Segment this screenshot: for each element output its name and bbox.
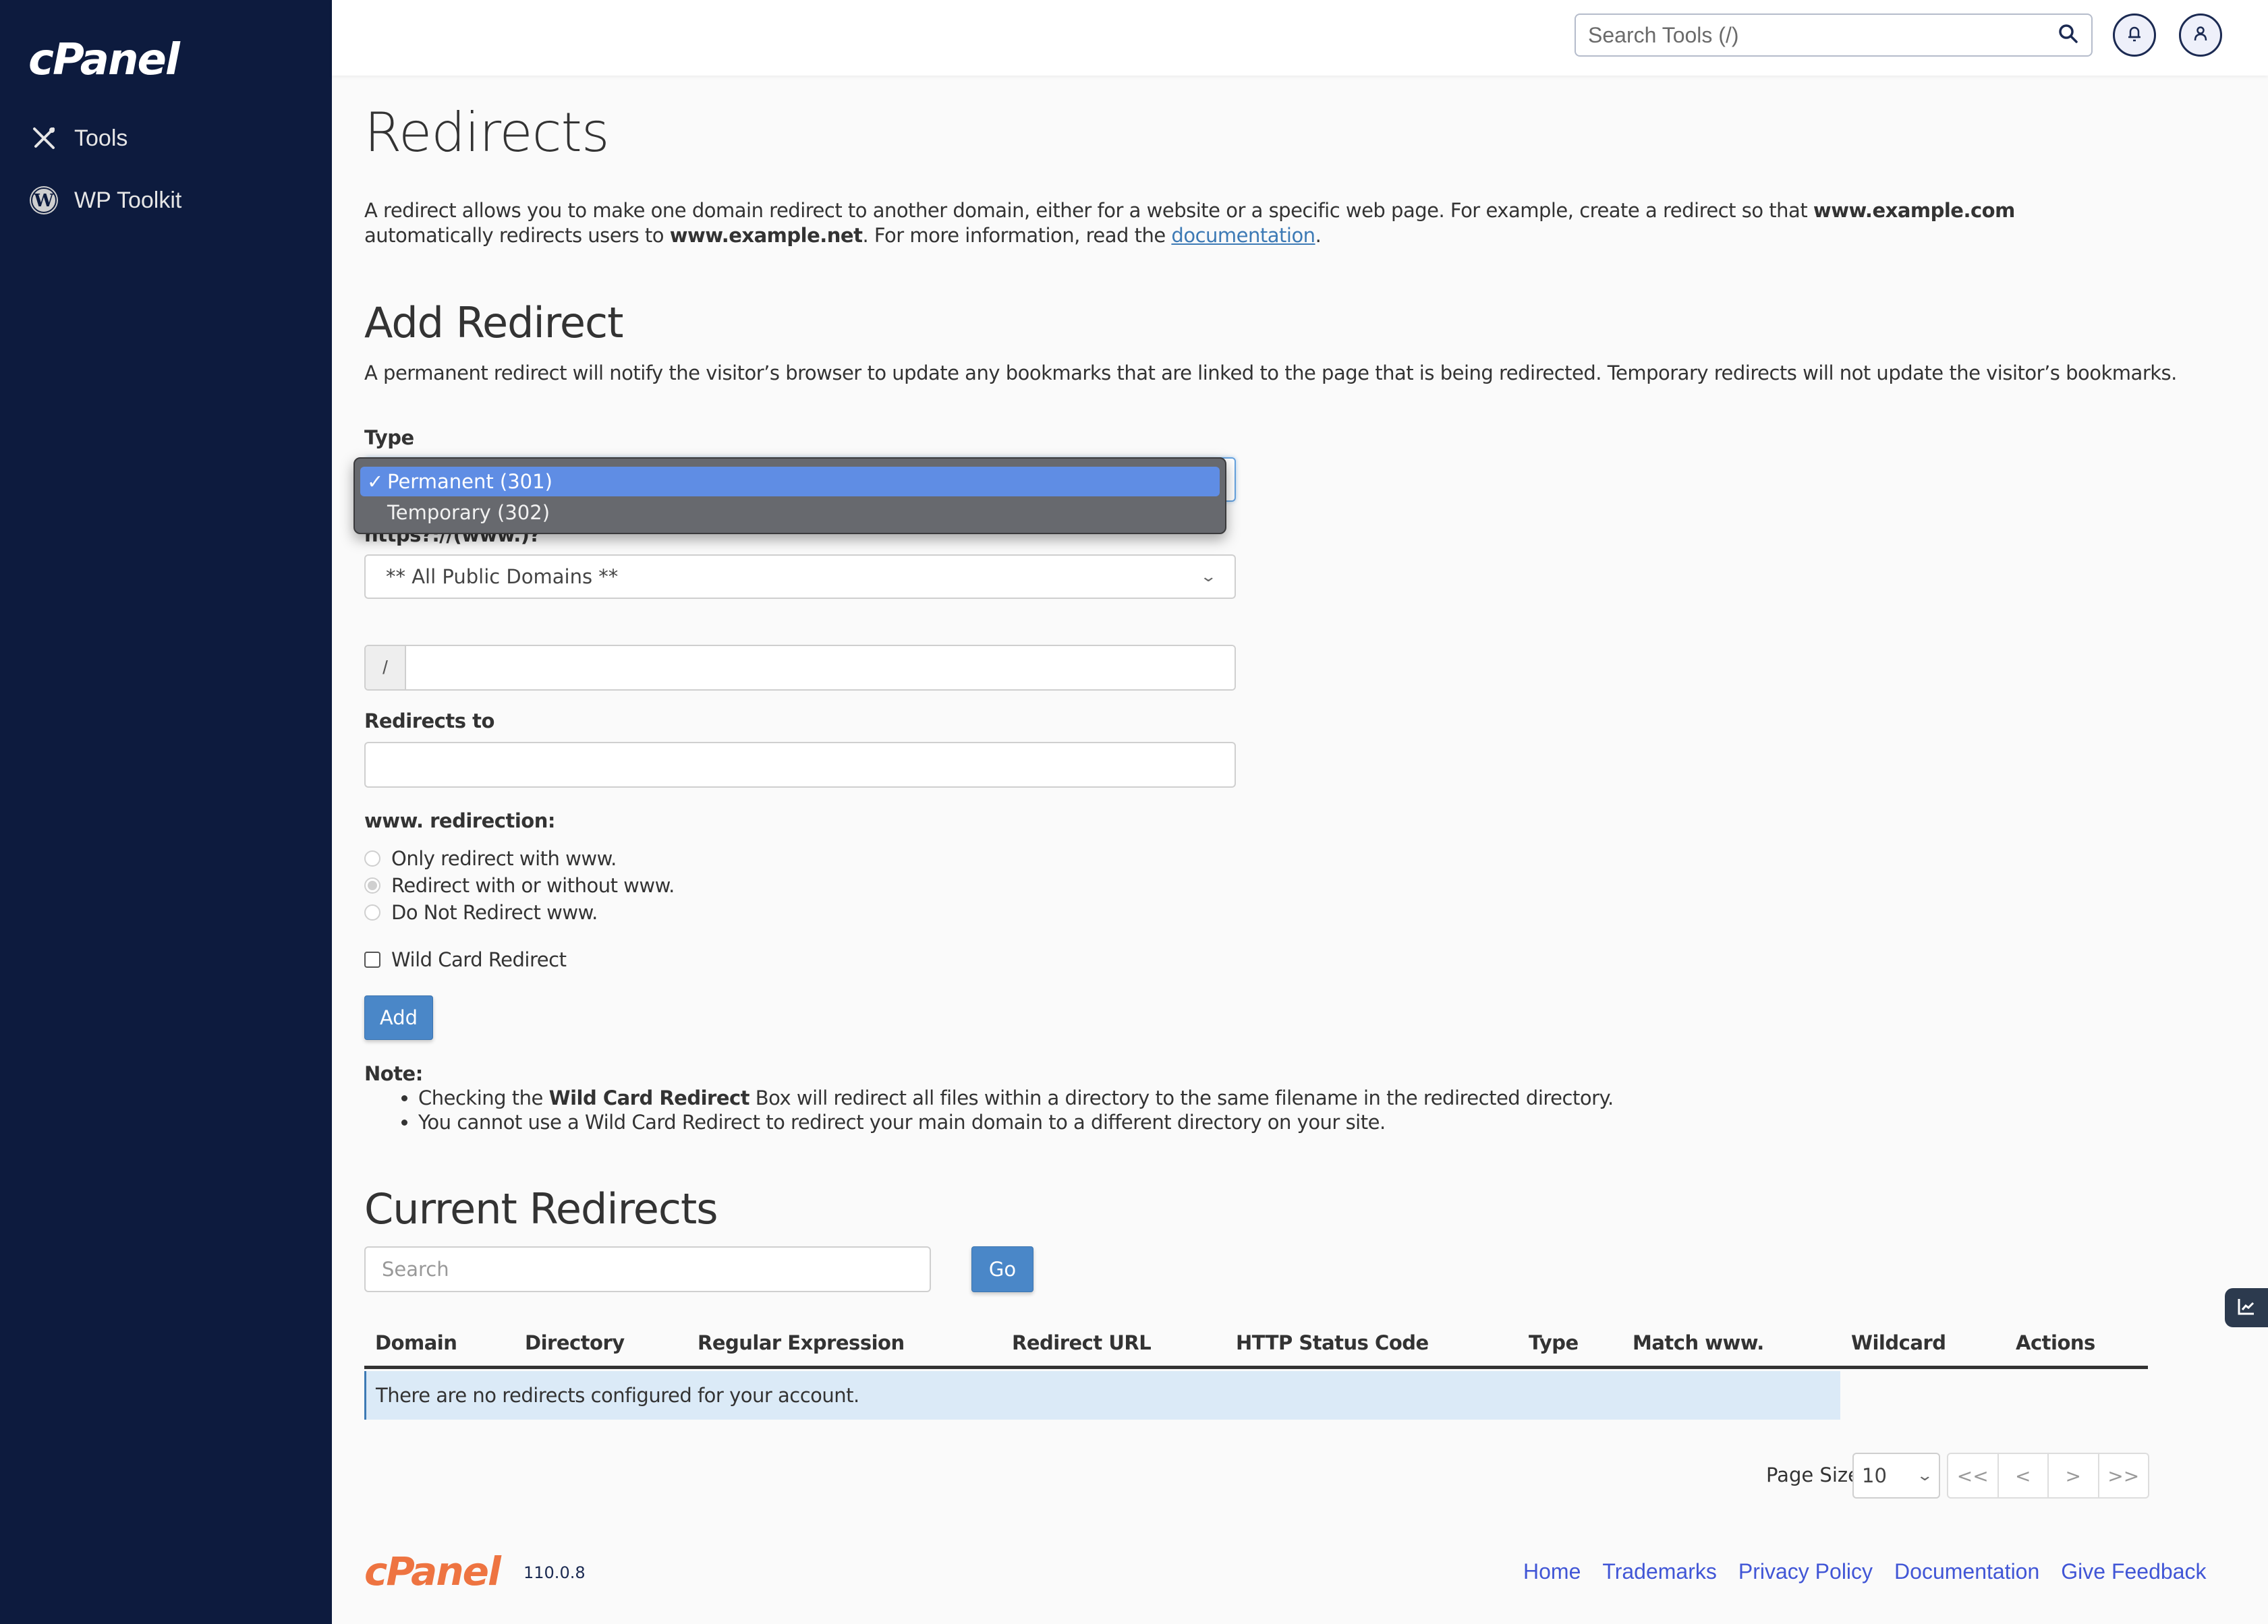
cpanel-logo[interactable]: cPanel (28, 35, 180, 85)
analytics-side-tab[interactable] (2225, 1288, 2268, 1327)
radio-only-www[interactable]: Only redirect with www. (364, 847, 617, 870)
footer-link-documentation[interactable]: Documentation (1894, 1559, 2039, 1584)
tool-search-input[interactable] (1588, 22, 2058, 48)
chevron-down-icon: ⌄ (1199, 568, 1217, 585)
radio-with-or-without-www[interactable]: Redirect with or without www. (364, 874, 675, 897)
column-header: Actions (2016, 1331, 2095, 1354)
column-header[interactable]: Type (1529, 1331, 1579, 1354)
type-label: Type (364, 426, 414, 449)
chart-line-icon (2236, 1296, 2257, 1320)
previous-page-button[interactable]: < (1999, 1454, 2049, 1497)
current-redirects-heading: Current Redirects (364, 1184, 718, 1234)
add-button[interactable]: Add (364, 995, 433, 1040)
sidebar: cPanel Tools W WP Toolkit (0, 0, 332, 1624)
option-label: Temporary (302) (387, 501, 550, 524)
domain-select[interactable]: ** All Public Domains ** ⌄ (364, 554, 1236, 599)
svg-text:W: W (33, 191, 54, 211)
radio-label: Redirect with or without www. (391, 874, 675, 897)
column-header[interactable]: Directory (525, 1331, 625, 1354)
note-text: Box will redirect all files within a dir… (749, 1086, 1614, 1109)
wordpress-icon: W (28, 185, 59, 216)
radio-button[interactable] (364, 877, 380, 894)
wildcard-checkbox[interactable] (364, 952, 380, 968)
page-intro: A redirect allows you to make one domain… (364, 198, 2145, 248)
redirects-search-box[interactable] (364, 1246, 931, 1292)
sidebar-item-wp-toolkit[interactable]: W WP Toolkit (28, 185, 181, 216)
type-option-temporary[interactable]: Temporary (302) (360, 498, 1220, 527)
page-size-value: 10 (1862, 1464, 1887, 1487)
last-page-button[interactable]: >> (2099, 1454, 2149, 1497)
radio-label: Only redirect with www. (391, 847, 617, 870)
path-input[interactable] (406, 646, 1235, 689)
wildcard-label: Wild Card Redirect (391, 948, 567, 971)
note-bold: Wild Card Redirect (548, 1086, 750, 1109)
user-icon (2191, 24, 2210, 47)
footer-link-privacy-policy[interactable]: Privacy Policy (1738, 1559, 1873, 1584)
sidebar-item-tools[interactable]: Tools (28, 123, 127, 154)
footer-link-home[interactable]: Home (1523, 1559, 1581, 1584)
sidebar-item-label: WP Toolkit (74, 187, 182, 213)
column-header[interactable]: Domain (375, 1331, 457, 1354)
option-label: Permanent (301) (387, 470, 552, 493)
redirects-to-label: Redirects to (364, 709, 494, 732)
redirects-table-header: Domain Directory Regular Expression Redi… (364, 1329, 2148, 1369)
next-page-button[interactable]: > (2049, 1454, 2099, 1497)
tools-icon (28, 123, 59, 154)
add-redirect-heading: Add Redirect (364, 298, 623, 347)
redirects-search-input[interactable] (382, 1258, 913, 1281)
documentation-link[interactable]: documentation (1171, 224, 1315, 247)
chevron-down-icon: ⌄ (1915, 1467, 1933, 1484)
path-input-group: / (364, 645, 1236, 691)
note-item: Checking the Wild Card Redirect Box will… (418, 1086, 1614, 1110)
column-header[interactable]: Match www. (1633, 1331, 1764, 1354)
first-page-button[interactable]: << (1948, 1454, 1999, 1497)
redirects-to-input[interactable] (366, 743, 1235, 786)
redirects-to-field[interactable] (364, 742, 1236, 788)
notifications-button[interactable] (2113, 13, 2156, 57)
footer-link-give-feedback[interactable]: Give Feedback (2061, 1559, 2206, 1584)
www-redirection-label: www. redirection: (364, 809, 555, 832)
radio-button[interactable] (364, 904, 380, 921)
search-icon[interactable] (2058, 23, 2079, 48)
user-menu-button[interactable] (2179, 13, 2222, 57)
note-title: Note: (364, 1062, 423, 1085)
column-header[interactable]: Regular Expression (698, 1331, 905, 1354)
checkmark-icon: ✓ (367, 470, 384, 493)
footer-links: Home Trademarks Privacy Policy Documenta… (1523, 1559, 2206, 1584)
go-button[interactable]: Go (971, 1246, 1033, 1292)
wildcard-redirect-row[interactable]: Wild Card Redirect (364, 948, 567, 971)
bell-icon (2125, 24, 2144, 47)
page-title: Redirects (364, 101, 610, 164)
path-prefix: / (366, 646, 406, 689)
intro-example-com: www.example.com (1813, 199, 2015, 222)
pagination: << < > >> (1947, 1453, 2149, 1499)
page-size-label: Page Size (1766, 1463, 1860, 1486)
intro-example-net: www.example.net (669, 224, 863, 247)
version-number: 110.0.8 (523, 1563, 586, 1582)
note-text: Checking the (418, 1086, 549, 1109)
tool-search-box[interactable] (1575, 13, 2093, 57)
column-header[interactable]: Redirect URL (1012, 1331, 1152, 1354)
footer-cpanel-logo[interactable]: cPanel (364, 1548, 501, 1594)
radio-label: Do Not Redirect www. (391, 901, 598, 924)
intro-text: . For more information, read the (862, 224, 1172, 247)
note-item: You cannot use a Wild Card Redirect to r… (418, 1110, 1614, 1134)
intro-text: . (1315, 224, 1322, 247)
empty-table-message: There are no redirects configured for yo… (364, 1371, 1840, 1420)
type-option-permanent[interactable]: ✓ Permanent (301) (360, 467, 1220, 496)
domain-select-value: ** All Public Domains ** (386, 565, 619, 588)
footer-link-trademarks[interactable]: Trademarks (1602, 1559, 1717, 1584)
intro-text: automatically redirects users to (364, 224, 670, 247)
page-size-select[interactable]: 10 ⌄ (1852, 1453, 1940, 1499)
radio-button[interactable] (364, 850, 380, 867)
column-header[interactable]: Wildcard (1851, 1331, 1946, 1354)
type-dropdown-menu: ✓ Permanent (301) Temporary (302) (353, 457, 1226, 534)
radio-do-not-redirect-www[interactable]: Do Not Redirect www. (364, 901, 598, 924)
intro-text: A redirect allows you to make one domain… (364, 199, 1813, 222)
add-redirect-description: A permanent redirect will notify the vis… (364, 361, 2177, 384)
sidebar-item-label: Tools (74, 125, 128, 151)
column-header[interactable]: HTTP Status Code (1236, 1331, 1429, 1354)
note-section: Note: Checking the Wild Card Redirect Bo… (364, 1062, 1614, 1134)
